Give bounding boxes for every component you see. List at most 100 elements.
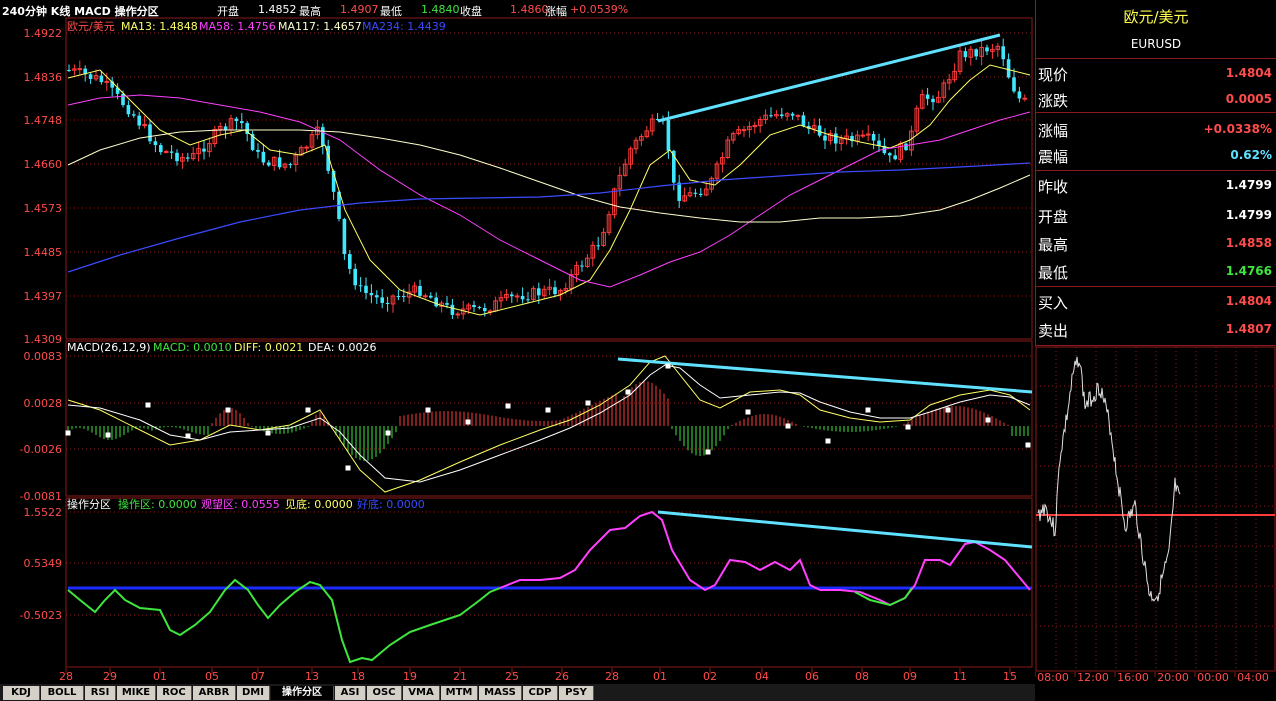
quote-row-value: 0.62% (1230, 148, 1272, 162)
quote-row-value: 0.0005 (1225, 92, 1272, 106)
macd-legend-name: MACD(26,12,9) (67, 341, 151, 354)
macd-marker (585, 400, 591, 406)
quote-row: 卖出 1.4807 (1036, 316, 1276, 342)
macd-marker (345, 465, 351, 471)
candle-body (834, 133, 838, 144)
quote-row-value: 1.4858 (1225, 236, 1272, 250)
price-tick-label: 1.4836 (24, 71, 63, 84)
tab-cdp[interactable]: CDP (523, 686, 558, 700)
tab-mass[interactable]: MASS (479, 686, 522, 700)
date-tick-label: 05 (205, 670, 219, 683)
candle-body (526, 299, 530, 301)
macd-marker (505, 403, 511, 409)
intraday-time-label: 04:00 (1237, 671, 1269, 684)
quote-row-value: 1.4807 (1225, 322, 1272, 336)
zone-panel (67, 510, 1033, 664)
tab-arbr[interactable]: ARBR (193, 686, 236, 700)
panel-divider (1036, 286, 1276, 287)
tab-kdj[interactable]: KDJ (3, 686, 40, 700)
zone-legend-name: 操作分区 (67, 497, 111, 511)
macd-tick-label: 0.0028 (24, 397, 63, 410)
candle-body (860, 134, 866, 137)
candle-body (483, 307, 487, 312)
panel-frame (65, 497, 1033, 668)
candle-body (423, 295, 428, 298)
tab-mike[interactable]: MIKE (117, 686, 156, 700)
candle-body (472, 305, 476, 308)
macd-marker (665, 363, 671, 369)
tab-dmi[interactable]: DMI (237, 686, 270, 700)
quote-row: 买入 1.4804 (1036, 288, 1276, 314)
tab-psy[interactable]: PSY (559, 686, 594, 700)
candle-body (88, 74, 93, 79)
candle-body (434, 297, 438, 307)
macd-legend-dea: DEA: 0.0026 (308, 341, 376, 354)
candle-body (369, 292, 374, 296)
candle-body (288, 164, 293, 166)
date-tick-label: 01 (153, 670, 167, 683)
candle-body (450, 304, 455, 315)
quote-row-value: 1.4804 (1225, 294, 1272, 308)
intraday-chart[interactable]: 08:00 12:00 16:00 20:00 00:00 04:00 (1035, 346, 1276, 684)
pair-code: EURUSD (1130, 37, 1182, 51)
macd-marker (705, 449, 711, 455)
tab-boll[interactable]: BOLL (41, 686, 84, 700)
date-tick-label: 02 (703, 670, 717, 683)
quote-row: 涨跌 0.0005 (1036, 86, 1276, 112)
macd-marker (145, 402, 151, 408)
macd-marker (185, 433, 191, 439)
candle-body (234, 118, 239, 122)
tab-osc[interactable]: OSC (367, 686, 402, 700)
candle-body (677, 182, 681, 201)
candle-body (348, 254, 352, 269)
intraday-time-labels: 08:00 12:00 16:00 20:00 00:00 04:00 (1035, 671, 1269, 684)
panel-divider (1036, 58, 1276, 59)
date-tick-label: 29 (103, 670, 117, 683)
tab-mtm[interactable]: MTM (441, 686, 478, 700)
candle-body (1022, 97, 1028, 100)
macd-marker (825, 438, 831, 444)
candle-body (931, 98, 935, 103)
macd-marker (745, 409, 751, 415)
candle-body (261, 151, 266, 163)
candle-body (429, 295, 433, 298)
chart-area[interactable]: 1.4922 1.4836 1.4748 1.4660 1.4573 1.4485 1.43… (0, 0, 1035, 684)
macd-marker (385, 430, 391, 436)
tab-操作分区[interactable]: 操作分区 (271, 686, 334, 700)
tab-asi[interactable]: ASI (335, 686, 366, 700)
candle-body (596, 245, 600, 247)
ma13-line (67, 64, 1031, 316)
zone-legend-bottom: 见底: 0.0000 (285, 497, 353, 511)
candle-body (364, 285, 368, 293)
candle-body (741, 129, 747, 132)
candle-body (137, 115, 141, 126)
candle-body (132, 114, 136, 116)
legend-ma117: MA117: 1.4657 (278, 20, 362, 33)
date-tick-label: 01 (653, 670, 667, 683)
candle-body (380, 297, 384, 303)
macd-marker (305, 407, 311, 413)
price-tick-label: 1.4922 (24, 27, 63, 40)
tab-roc[interactable]: ROC (157, 686, 192, 700)
date-tick-label: 06 (805, 670, 819, 683)
candle-body (445, 303, 449, 305)
quote-row-label: 现价 (1038, 66, 1069, 84)
candle-body (321, 127, 325, 146)
candle-body (477, 307, 482, 309)
candle-body (974, 49, 978, 57)
macd-marker (465, 419, 471, 425)
macd-marker (545, 407, 551, 413)
intraday-grid (1035, 346, 1276, 672)
quote-row-value: 1.4804 (1225, 66, 1272, 80)
zone-tick-label: 0.5349 (24, 557, 63, 570)
candle-body (175, 152, 179, 162)
moving-average-lines (67, 33, 1031, 316)
candle-body (99, 75, 104, 83)
quote-row-label: 涨幅 (1038, 122, 1069, 140)
candle-body (455, 313, 461, 316)
ma234-line (67, 162, 1031, 273)
candle-body (904, 143, 908, 150)
tab-rsi[interactable]: RSI (85, 686, 116, 700)
tab-vma[interactable]: VMA (403, 686, 440, 700)
macd-marker (785, 423, 791, 429)
